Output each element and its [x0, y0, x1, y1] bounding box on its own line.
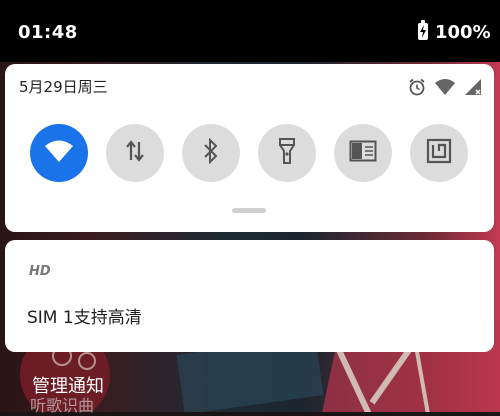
data-arrows-icon [124, 139, 146, 167]
qs-status-icons [382, 78, 482, 98]
alarm-icon [408, 78, 426, 96]
tile-wifi[interactable] [30, 124, 88, 182]
wallpaper-widget-icon [78, 352, 96, 370]
manage-notifications-button[interactable]: 管理通知 [32, 372, 104, 398]
tile-flashlight[interactable] [258, 124, 316, 182]
notification-app-name: HD [29, 264, 51, 279]
battery-percent: 100% [435, 22, 491, 43]
bluetooth-icon [202, 137, 220, 168]
tile-reading-mode[interactable] [334, 124, 392, 182]
nfc-icon [426, 138, 452, 168]
battery-charging-icon [418, 20, 428, 40]
qs-expand-handle[interactable] [232, 208, 266, 213]
tile-nfc[interactable] [410, 124, 468, 182]
tile-bluetooth[interactable] [182, 124, 240, 182]
notification-card[interactable]: HD SIM 1支持高清 [5, 240, 494, 352]
cell-signal-icon [464, 78, 482, 96]
wifi-icon [434, 78, 456, 96]
quick-settings-panel: 5月29日周三 [5, 64, 494, 232]
tile-mobile-data[interactable] [106, 124, 164, 182]
reading-mode-icon [349, 140, 377, 166]
status-bar: 01:48 100% [0, 0, 500, 62]
status-time: 01:48 [18, 22, 78, 43]
qs-date: 5月29日周三 [19, 78, 108, 96]
wifi-icon [44, 139, 74, 167]
notification-text: SIM 1支持高清 [27, 308, 142, 328]
flashlight-icon [278, 137, 296, 169]
